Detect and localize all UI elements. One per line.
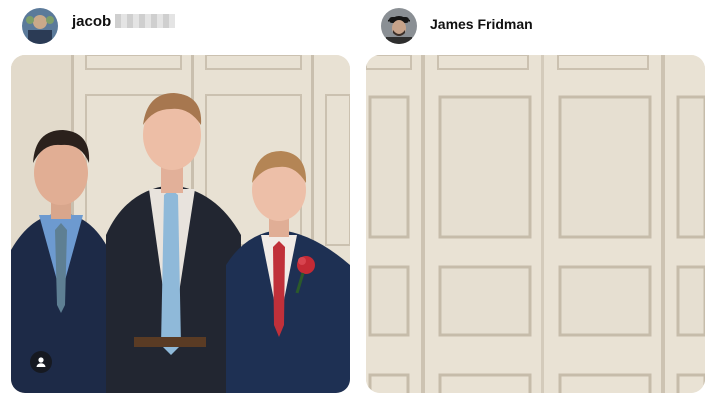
empty-doors-photo — [366, 55, 705, 393]
username[interactable]: jacob — [72, 12, 176, 30]
redacted-name — [115, 14, 176, 28]
username[interactable]: James Fridman — [430, 16, 533, 32]
group-photo — [11, 55, 350, 393]
avatar[interactable] — [22, 8, 58, 44]
person-icon — [36, 357, 46, 367]
avatar[interactable] — [381, 8, 417, 44]
username-text: jacob — [72, 13, 112, 30]
profile-avatar-icon — [381, 8, 417, 44]
user-tag-icon[interactable] — [30, 351, 52, 373]
post-header-right: James Fridman — [381, 8, 533, 44]
post-photo-right[interactable] — [366, 55, 705, 393]
post-photo-left[interactable] — [11, 55, 350, 393]
profile-avatar-icon — [22, 8, 58, 44]
post-header-left: jacob — [22, 8, 176, 44]
